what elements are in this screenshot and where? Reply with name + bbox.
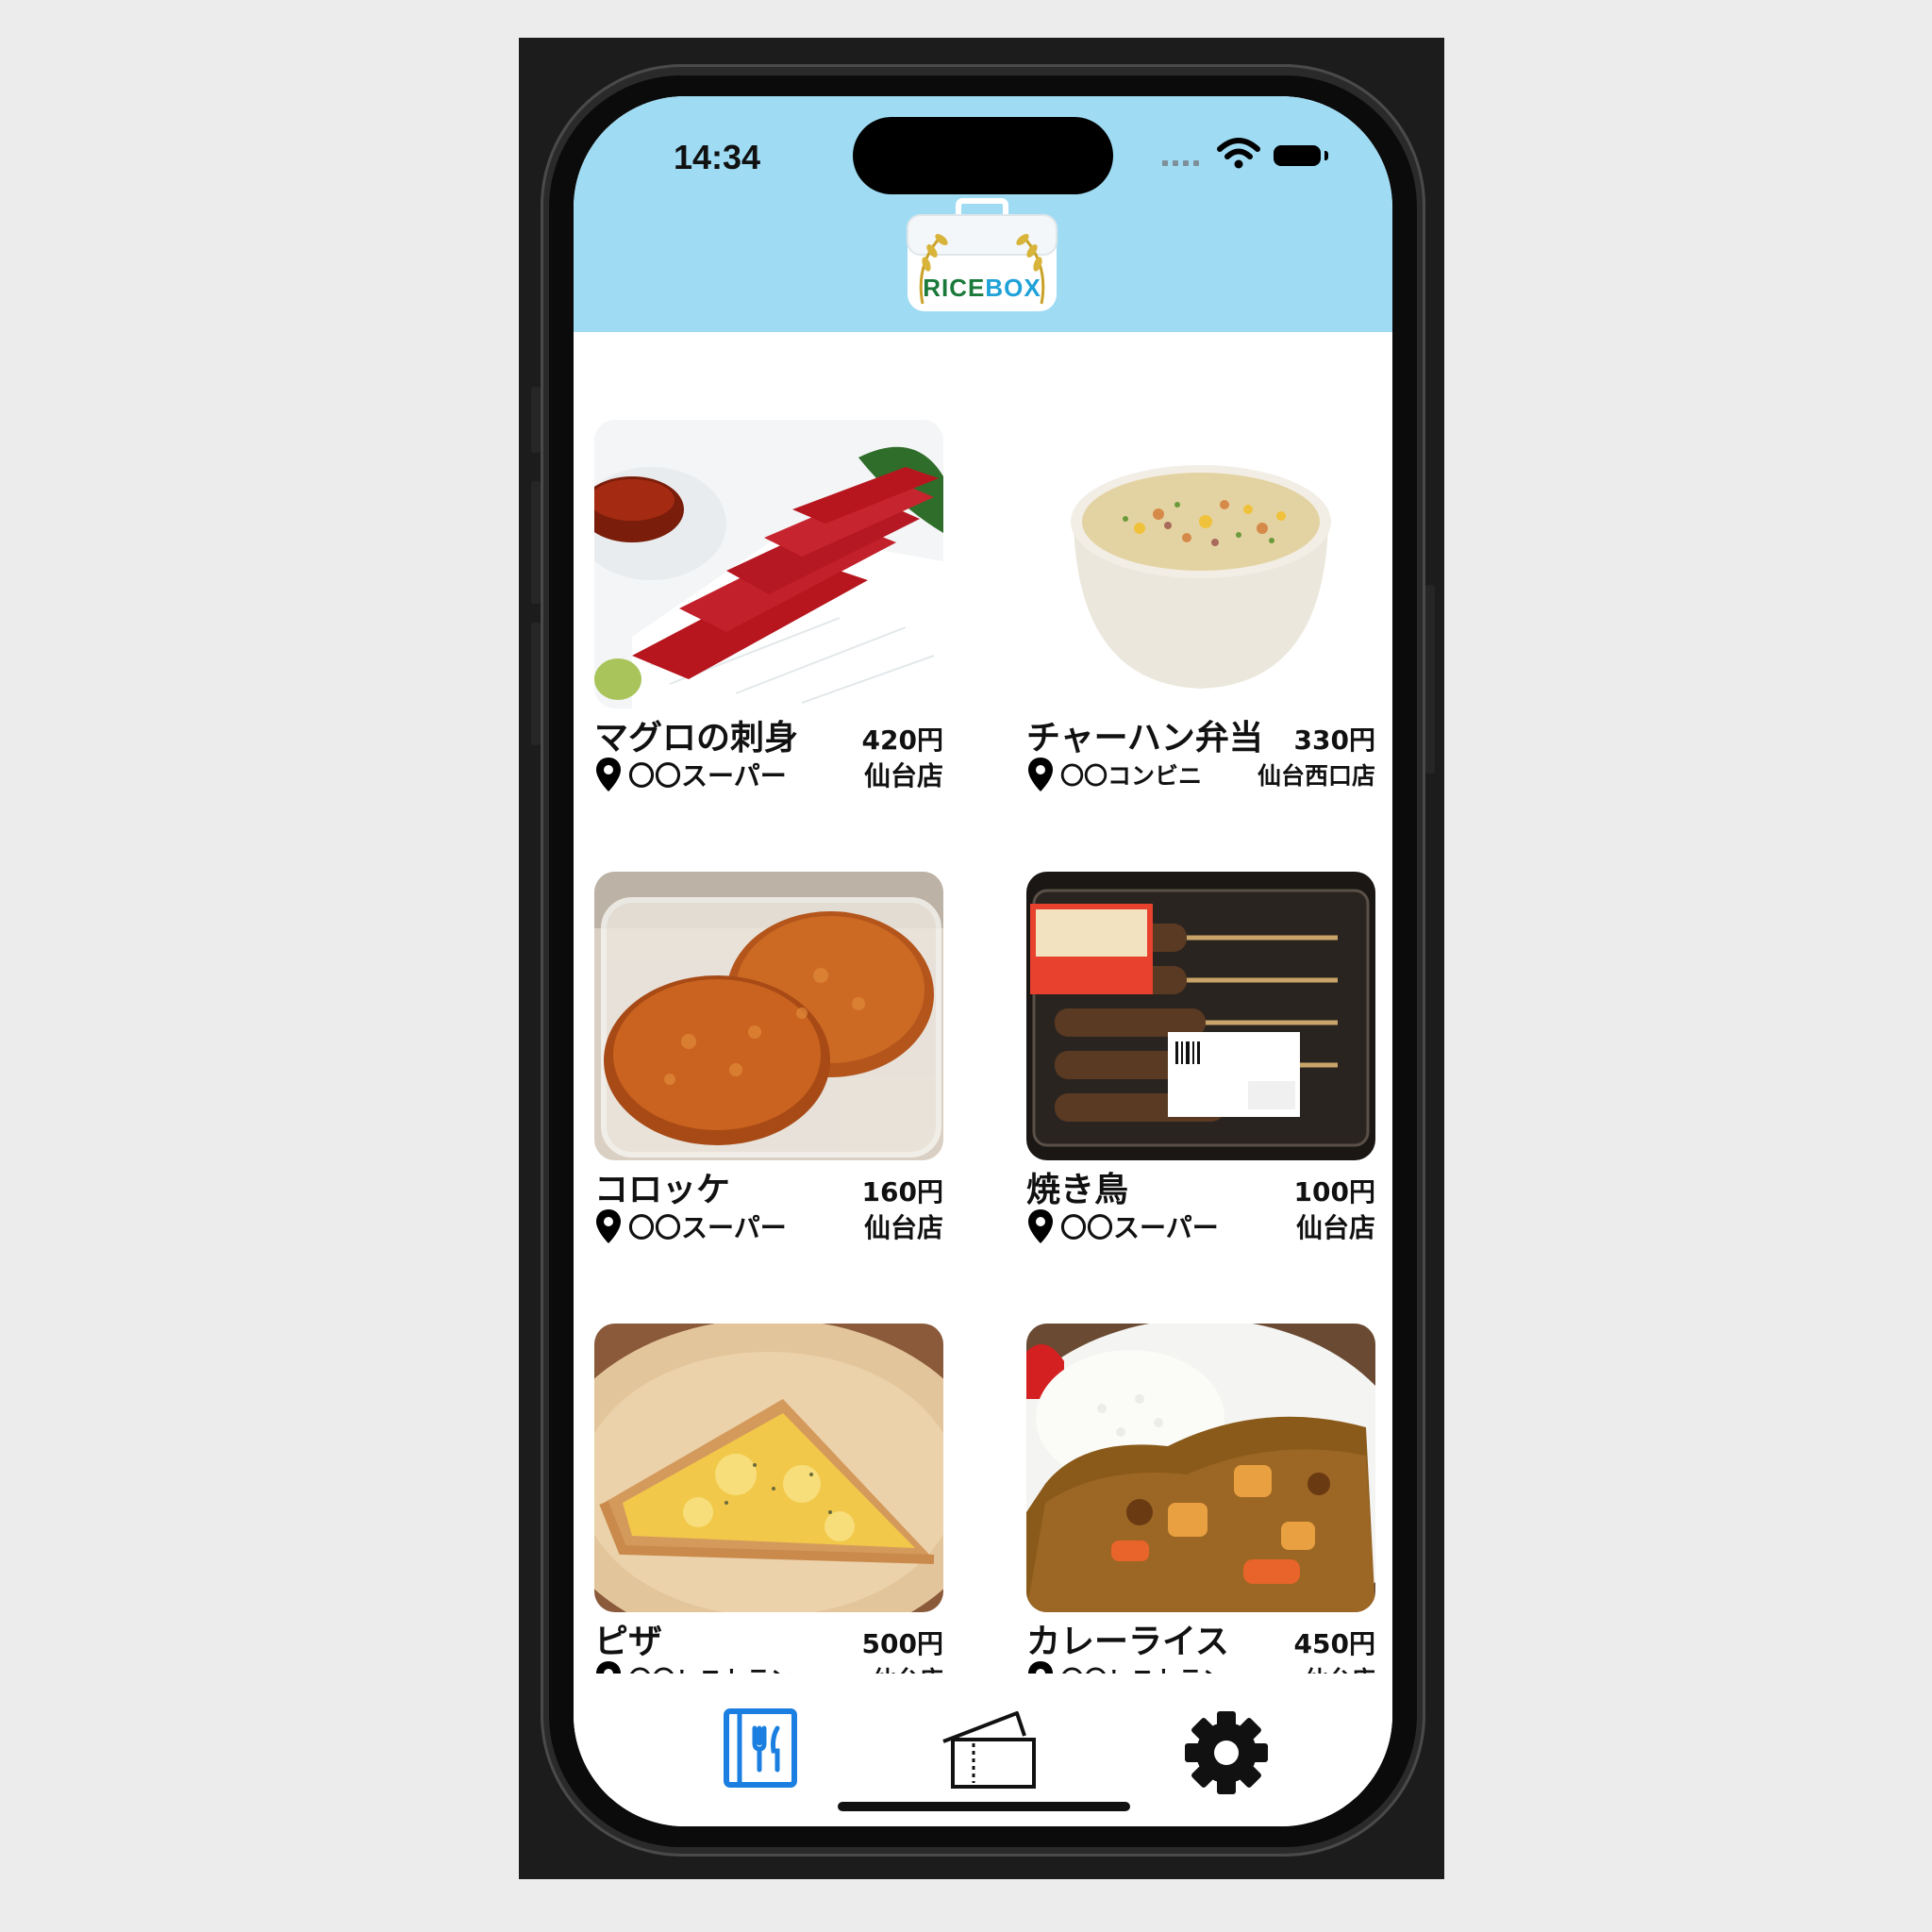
menu-fork-knife-icon <box>724 1708 797 1788</box>
store-name: 〇〇スーパー <box>628 1212 787 1243</box>
food-item-grid[interactable]: マグロの刺身 420円 〇〇スーパー 仙台店 チャーハン弁当 330円 〇〇コン… <box>574 332 1392 1760</box>
store-branch: 仙台西口店 <box>1257 762 1375 790</box>
food-price: 420円 <box>861 724 943 756</box>
wifi-icon <box>1217 138 1260 169</box>
battery-icon <box>1274 145 1321 166</box>
tab-menu[interactable] <box>723 1707 798 1789</box>
food-image-yakitori <box>1026 872 1375 1160</box>
food-price: 450円 <box>1293 1628 1375 1659</box>
store-branch: 仙台店 <box>1295 1212 1375 1243</box>
food-card[interactable]: ピザ 500円 〇〇レストラン 仙台店 <box>594 1324 943 1697</box>
ticket-icon <box>942 1711 1036 1789</box>
location-pin-icon <box>596 1209 621 1243</box>
side-button <box>531 387 541 453</box>
status-time: 14:34 <box>674 138 761 176</box>
food-image-fried-rice-bento <box>1026 420 1375 708</box>
food-image-tuna-sashimi <box>594 420 943 708</box>
app-header: 14:34 RICEBOX <box>574 96 1392 332</box>
food-card[interactable]: 焼き鳥 100円 〇〇スーパー 仙台店 <box>1026 872 1375 1245</box>
location-pin-icon <box>596 758 621 791</box>
food-name: 焼き鳥 <box>1026 1171 1129 1209</box>
food-price: 500円 <box>861 1628 943 1659</box>
store-name: 〇〇スーパー <box>628 760 787 791</box>
tab-settings[interactable] <box>1183 1709 1270 1796</box>
food-name: コロッケ <box>594 1171 731 1209</box>
gear-icon <box>1185 1711 1268 1794</box>
food-card[interactable]: チャーハン弁当 330円 〇〇コンビニ 仙台西口店 <box>1026 420 1375 793</box>
food-image-croquette <box>594 872 943 1160</box>
food-name: チャーハン弁当 <box>1026 719 1263 758</box>
food-price: 330円 <box>1293 724 1375 756</box>
food-name: ピザ <box>594 1623 663 1661</box>
tab-tickets[interactable] <box>940 1707 1038 1792</box>
food-name: カレーライス <box>1026 1623 1229 1661</box>
home-indicator[interactable] <box>838 1802 1130 1811</box>
power-button <box>1425 585 1435 774</box>
food-card[interactable]: コロッケ 160円 〇〇スーパー 仙台店 <box>594 872 943 1245</box>
food-card[interactable]: マグロの刺身 420円 〇〇スーパー 仙台店 <box>594 420 943 793</box>
store-name: 〇〇コンビニ <box>1060 762 1203 790</box>
store-name: 〇〇スーパー <box>1060 1212 1219 1243</box>
food-price: 100円 <box>1293 1176 1375 1208</box>
ricebox-logo: RICEBOX <box>907 198 1058 311</box>
cellular-signal-icon <box>1162 160 1199 166</box>
location-pin-icon <box>1028 1209 1053 1243</box>
food-image-curry-rice <box>1026 1324 1375 1612</box>
food-image-pizza <box>594 1324 943 1612</box>
volume-up-button <box>531 481 541 604</box>
food-price: 160円 <box>861 1176 943 1208</box>
store-branch: 仙台店 <box>863 760 943 791</box>
food-card[interactable]: カレーライス 450円 〇〇レストラン 仙台店 <box>1026 1324 1375 1697</box>
volume-down-button <box>531 623 541 745</box>
store-branch: 仙台店 <box>863 1212 943 1243</box>
svg-text:RICEBOX: RICEBOX <box>923 274 1041 302</box>
food-name: マグロの刺身 <box>594 719 799 758</box>
location-pin-icon <box>1028 758 1053 791</box>
dynamic-island <box>853 117 1113 194</box>
app-screen: 14:34 RICEBOX マグロの刺身 420円 〇〇スーパー 仙台店 チャー… <box>574 96 1392 1826</box>
